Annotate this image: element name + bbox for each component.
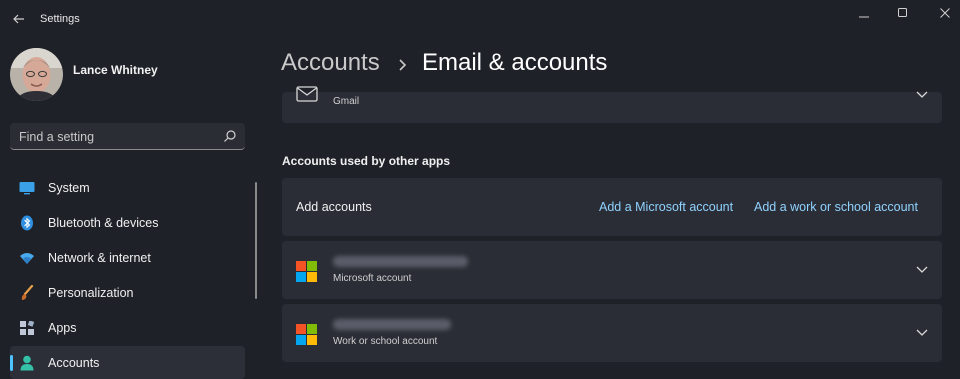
- sidebar-item-accounts[interactable]: Accounts: [10, 346, 245, 379]
- add-accounts-label: Add accounts: [296, 200, 372, 214]
- sidebar-item-label: Bluetooth & devices: [48, 216, 159, 230]
- search-input[interactable]: [10, 123, 221, 151]
- sidebar-item-label: System: [48, 181, 90, 195]
- user-photo-icon: [10, 48, 63, 101]
- sidebar-item-personalization[interactable]: Personalization: [10, 276, 245, 309]
- active-indicator: [10, 355, 13, 371]
- microsoft-logo-icon: [296, 324, 317, 345]
- back-button[interactable]: [8, 8, 30, 30]
- sidebar-item-apps[interactable]: Apps: [10, 311, 245, 344]
- close-button[interactable]: [932, 2, 958, 24]
- sidebar-item-bluetooth[interactable]: Bluetooth & devices: [10, 206, 245, 239]
- envelope-icon: [296, 86, 318, 102]
- account-type: Microsoft account: [333, 273, 412, 284]
- user-name: Lance Whitney: [73, 63, 158, 77]
- chevron-down-icon[interactable]: [916, 266, 928, 274]
- search-box[interactable]: [10, 123, 245, 151]
- account-type: Gmail: [333, 96, 360, 107]
- system-icon: [19, 180, 35, 196]
- apps-icon: [19, 320, 35, 336]
- add-accounts-card: Add accounts Add a Microsoft account Add…: [282, 178, 942, 236]
- minimize-icon: [859, 16, 869, 18]
- account-type: Work or school account: [333, 336, 438, 347]
- minimize-button[interactable]: [851, 2, 877, 24]
- avatar[interactable]: [10, 48, 63, 101]
- chevron-down-icon[interactable]: [916, 91, 928, 99]
- sidebar-item-label: Apps: [48, 321, 77, 335]
- bluetooth-icon: [19, 215, 35, 231]
- sidebar-item-system[interactable]: System: [10, 171, 245, 204]
- arrow-left-icon: [13, 14, 24, 24]
- search-icon[interactable]: [223, 129, 237, 143]
- page-title: Email & accounts: [422, 49, 608, 76]
- sidebar-scrollbar[interactable]: [255, 182, 257, 299]
- microsoft-account-card[interactable]: Microsoft account: [282, 241, 942, 299]
- email-account-card[interactable]: Gmail: [282, 86, 942, 123]
- wifi-icon: [19, 250, 35, 266]
- chevron-right-icon: [399, 59, 407, 71]
- section-header: Accounts used by other apps: [282, 154, 451, 168]
- add-microsoft-account-link[interactable]: Add a Microsoft account: [599, 200, 733, 214]
- chevron-down-icon[interactable]: [916, 329, 928, 337]
- sidebar: Lance Whitney System Bluetooth & devices: [0, 40, 262, 379]
- paintbrush-icon: [19, 285, 35, 301]
- blurred-email: [333, 319, 451, 330]
- title-bar: Settings: [0, 0, 960, 40]
- close-icon: [940, 8, 950, 18]
- add-work-school-account-link[interactable]: Add a work or school account: [754, 200, 918, 214]
- microsoft-logo-icon: [296, 261, 317, 282]
- sidebar-item-label: Accounts: [48, 356, 100, 370]
- maximize-button[interactable]: [890, 2, 916, 24]
- accounts-icon: [19, 355, 35, 371]
- sidebar-item-label: Network & internet: [48, 251, 151, 265]
- work-school-account-card[interactable]: Work or school account: [282, 304, 942, 362]
- app-title: Settings: [40, 13, 80, 25]
- sidebar-item-network[interactable]: Network & internet: [10, 241, 245, 274]
- blurred-email: [333, 256, 468, 267]
- breadcrumb-parent[interactable]: Accounts: [281, 49, 380, 77]
- sidebar-item-label: Personalization: [48, 286, 134, 300]
- maximize-icon: [898, 8, 907, 17]
